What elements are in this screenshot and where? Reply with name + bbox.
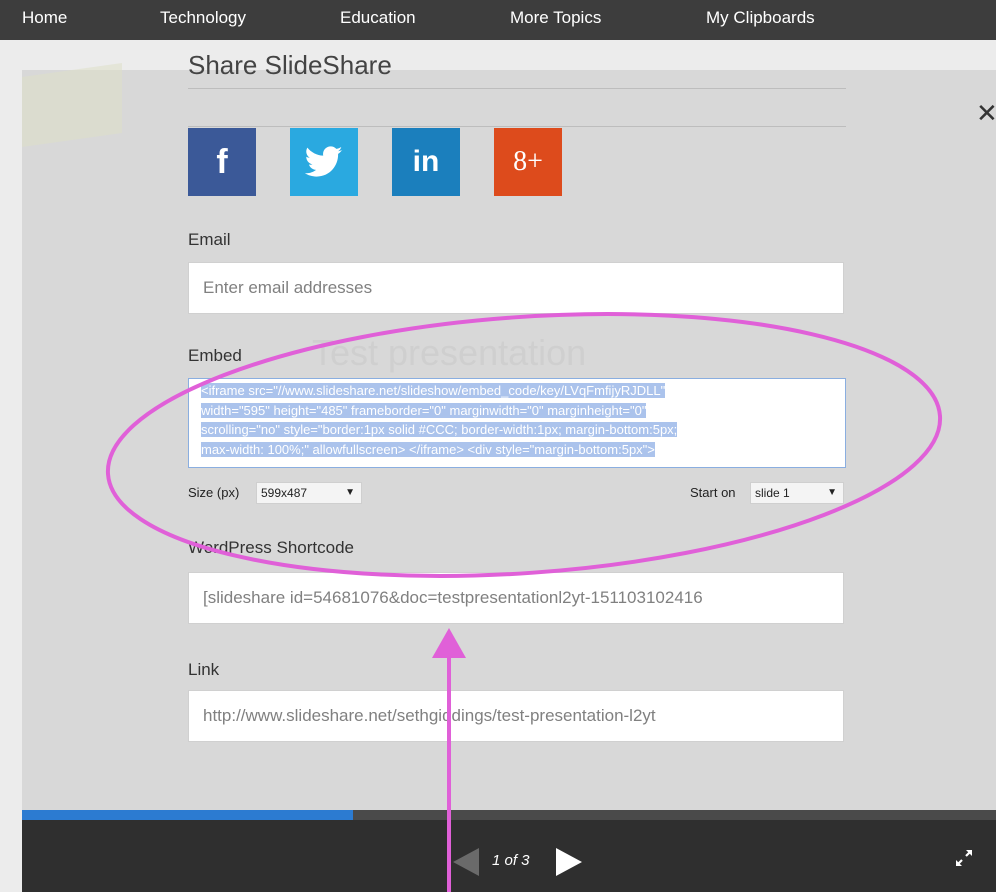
size-value: 599x487 <box>261 486 308 500</box>
embed-label: Embed <box>188 346 242 365</box>
divider <box>188 126 846 127</box>
nav-spacer <box>0 40 996 70</box>
linkedin-icon: in <box>412 145 440 178</box>
previous-slide-icon[interactable] <box>453 848 479 876</box>
nav-home[interactable]: Home <box>22 8 67 28</box>
start-slide-select[interactable]: slide 1 ▼ <box>750 482 844 504</box>
embed-code-line: width="595" height="485" frameborder="0"… <box>201 402 647 418</box>
progress-bar-fill <box>22 810 354 820</box>
ghost-slide-title: Test presentation <box>312 332 587 373</box>
size-select[interactable]: 599x487 ▼ <box>256 482 362 504</box>
chevron-down-icon: ▼ <box>345 487 355 498</box>
page-counter: 1 of 3 <box>492 852 530 869</box>
wordpress-label: WordPress Shortcode <box>188 538 354 557</box>
link-label: Link <box>188 660 220 679</box>
link-value: http://www.slideshare.net/sethgiddings/t… <box>203 706 656 725</box>
embed-code-line: scrolling="no" style="border:1px solid #… <box>201 422 678 437</box>
fullscreen-icon[interactable] <box>952 846 976 870</box>
embed-code-textarea[interactable]: <iframe src="//www.slideshare.net/slides… <box>188 378 846 468</box>
link-field[interactable]: http://www.slideshare.net/sethgiddings/t… <box>188 690 844 742</box>
divider <box>188 88 846 89</box>
player-controls <box>22 810 996 892</box>
embed-code-line: max-width: 100%;" allowfullscreen> </ifr… <box>201 441 655 457</box>
share-heading: Share SlideShare <box>188 54 392 76</box>
nav-more-topics[interactable]: More Topics <box>510 8 601 28</box>
start-on-label: Start on <box>690 485 736 500</box>
nav-my-clipboards[interactable]: My Clipboards <box>706 8 815 28</box>
twitter-share-button[interactable] <box>290 128 358 196</box>
chevron-down-icon: ▼ <box>827 487 837 498</box>
nav-education[interactable]: Education <box>340 8 416 28</box>
facebook-share-button[interactable]: f <box>188 128 256 196</box>
facebook-icon: f <box>216 142 228 181</box>
email-field[interactable]: Enter email addresses <box>188 262 844 314</box>
progress-bar[interactable] <box>22 810 996 820</box>
wordpress-shortcode-value: [slideshare id=54681076&doc=testpresenta… <box>203 588 703 607</box>
google-plus-share-button[interactable]: 8+ <box>494 128 562 196</box>
size-label: Size (px) <box>188 485 240 500</box>
email-label: Email <box>188 230 231 249</box>
backdrop-stamp <box>22 62 122 148</box>
google-plus-icon: 8+ <box>513 146 543 177</box>
linkedin-share-button[interactable]: in <box>392 128 460 196</box>
top-nav: Home Technology Education More Topics My… <box>0 0 996 40</box>
next-slide-icon[interactable] <box>556 848 582 876</box>
wordpress-shortcode-field[interactable]: [slideshare id=54681076&doc=testpresenta… <box>188 572 844 624</box>
twitter-icon <box>305 146 343 177</box>
embed-code-line: <iframe src="//www.slideshare.net/slides… <box>201 383 666 398</box>
email-placeholder: Enter email addresses <box>203 278 373 297</box>
close-icon[interactable]: ✕ <box>976 98 996 129</box>
start-slide-value: slide 1 <box>755 486 790 500</box>
nav-technology[interactable]: Technology <box>160 8 246 28</box>
